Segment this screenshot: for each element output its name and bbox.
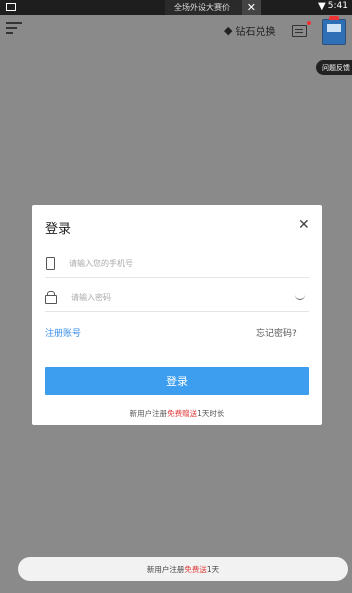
signup-note-suffix: 1天时长 — [197, 409, 225, 418]
diamond-exchange-button[interactable]: ◆ 钻石兑换 — [224, 23, 275, 38]
message-icon[interactable] — [292, 25, 307, 37]
password-field — [45, 283, 309, 312]
login-dialog: 登录 ✕ 注册账号 忘记密码? 登录 新用户注册免费赠送1天时长 — [32, 205, 322, 425]
register-link[interactable]: 注册账号 — [45, 326, 81, 339]
ad-banner[interactable]: 全场外设大赛价 ✕ — [165, 0, 261, 15]
login-button[interactable]: 登录 — [45, 367, 309, 395]
signup-promo-note: 新用户注册免费赠送1天时长 — [32, 408, 322, 419]
app-screen: ▼ 5:41 全场外设大赛价 ✕ ◆ 钻石兑换 问题反馈 登录 ✕ 注册账号 — [0, 0, 352, 593]
phone-input[interactable] — [67, 257, 271, 269]
menu-icon[interactable] — [6, 22, 22, 36]
bottom-promo-prefix: 新用户注册 — [146, 564, 185, 574]
diamond-icon: ◆ — [224, 24, 233, 37]
diamond-exchange-label: 钻石兑换 — [235, 27, 276, 38]
feedback-button[interactable]: 问题反馈 — [316, 60, 352, 75]
status-time: 5:41 — [327, 1, 348, 11]
ad-close-icon[interactable]: ✕ — [241, 0, 261, 15]
notification-icon — [6, 3, 16, 11]
password-input[interactable] — [69, 291, 273, 303]
bottom-promo-highlight: 免费送 — [184, 564, 207, 574]
top-bar: ◆ 钻石兑换 — [0, 15, 352, 47]
promo-thumbnail[interactable] — [322, 16, 346, 45]
signup-note-prefix: 新用户注册 — [129, 409, 168, 418]
bottom-promo-bar[interactable]: 新用户注册 免费送 1天 — [18, 557, 348, 581]
bottom-promo-suffix: 1天 — [206, 564, 220, 574]
eye-closed-icon[interactable] — [295, 294, 305, 300]
forgot-password-link[interactable]: 忘记密码? — [256, 326, 297, 339]
message-badge — [307, 21, 311, 25]
close-icon[interactable]: ✕ — [298, 217, 310, 233]
wifi-icon: ▼ — [318, 1, 326, 12]
phone-icon — [46, 256, 55, 270]
ad-banner-text[interactable]: 全场外设大赛价 — [165, 2, 242, 13]
dialog-title: 登录 — [45, 222, 72, 237]
lock-icon — [45, 290, 57, 304]
signup-note-highlight: 免费赠送 — [167, 409, 198, 418]
phone-field — [45, 249, 309, 278]
